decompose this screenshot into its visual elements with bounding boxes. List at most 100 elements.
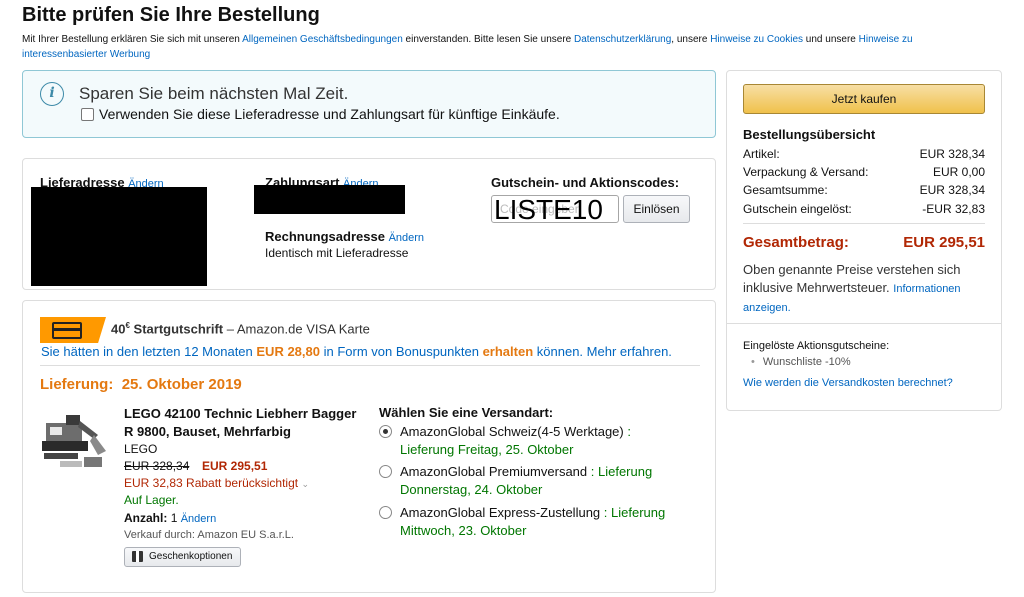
privacy-link[interactable]: Datenschutzerklärung (574, 34, 671, 45)
order-box: 40€ Startgutschrift – Amazon.de VISA Kar… (22, 300, 716, 593)
shipping-option-sep: : (623, 424, 631, 439)
info-title: Sparen Sie beim nächsten Mal Zeit. (79, 84, 349, 103)
order-summary-box: Jetzt kaufen Bestellungsübersicht Artike… (726, 70, 1002, 411)
shipping-option-delivery: Lieferung Freitag, 25. Oktober (400, 442, 574, 457)
summary-row-value: -EUR 32,83 (922, 202, 985, 216)
shipping-option-name: AmazonGlobal Express-Zustellung (400, 505, 601, 520)
summary-row: Artikel: EUR 328,34 (743, 147, 985, 161)
shipping-option[interactable]: AmazonGlobal Express-Zustellung : Liefer… (379, 504, 679, 540)
product-old-price: EUR 328,34 (124, 459, 190, 473)
product-discount[interactable]: EUR 32,83 Rabatt berücksichtigt ⌄ (124, 476, 309, 490)
divider (743, 223, 985, 224)
product-discount-text: EUR 32,83 Rabatt berücksichtigt (124, 476, 299, 490)
consent-text: Mit Ihrer Bestellung erklären Sie sich m… (22, 32, 982, 62)
product-brand: LEGO (124, 442, 158, 456)
shipping-radio[interactable] (379, 425, 392, 438)
gift-options-button[interactable]: Geschenkoptionen (124, 547, 241, 567)
total-label: Gesamtbetrag: (743, 234, 849, 251)
promo-title-bold: Startgutschrift (133, 321, 224, 337)
shipping-radio[interactable] (379, 465, 392, 478)
shipping-heading: Wählen Sie eine Versandart: (379, 405, 554, 420)
shipping-option-text: AmazonGlobal Premiumversand : Lieferung … (400, 463, 679, 499)
promo-more-link[interactable]: Mehr erfahren. (587, 344, 672, 359)
applied-promotion-item: Wunschliste -10% (751, 356, 851, 368)
summary-row-value: EUR 0,00 (932, 165, 985, 179)
agb-link[interactable]: Allgemeinen Geschäftsbedingungen (242, 34, 403, 45)
price-note: Oben genannte Preise verstehen sich inkl… (743, 261, 985, 317)
shipping-option-text: AmazonGlobal Schweiz(4-5 Werktage) : Lie… (400, 423, 679, 459)
product-image[interactable] (40, 405, 108, 471)
redacted-payment-method (254, 185, 405, 214)
coupon-label: Gutschein- und Aktionscodes: (491, 175, 680, 190)
delivery-prefix: Lieferung: (40, 376, 114, 393)
summary-row-label: Gesamtsumme: (743, 183, 828, 197)
shipping-option[interactable]: AmazonGlobal Premiumversand : Lieferung … (379, 463, 679, 499)
gift-icon (132, 551, 143, 562)
delivery-heading: Lieferung: 25. Oktober 2019 (40, 376, 242, 393)
product-quantity: Anzahl: 1 Ändern (124, 511, 216, 525)
redeem-button[interactable]: Einlösen (623, 195, 690, 223)
billing-label: Rechnungsadresse (265, 229, 385, 244)
shipping-option-name: AmazonGlobal Premiumversand (400, 464, 588, 479)
billing-heading: Rechnungsadresse Ändern (265, 229, 424, 244)
redacted-delivery-address (31, 187, 207, 286)
consent-text-4: und unsere (803, 34, 859, 45)
billing-change-link[interactable]: Ändern (389, 232, 424, 244)
shipping-cost-link[interactable]: Wie werden die Versandkosten berechnet? (743, 377, 953, 389)
credit-card-icon (40, 317, 106, 343)
promo-text-1: Sie hätten in den letzten 12 Monaten (41, 344, 257, 359)
save-time-box: i Sparen Sie beim nächsten Mal Zeit. Ver… (22, 70, 716, 138)
summary-row: Gutschein eingelöst: -EUR 32,83 (743, 202, 985, 216)
save-preferences-label[interactable]: Verwenden Sie diese Lieferadresse und Za… (99, 106, 560, 122)
promo-title-rest: – Amazon.de VISA Karte (223, 321, 370, 337)
gift-options-label: Geschenkoptionen (149, 551, 233, 562)
summary-row-label: Artikel: (743, 147, 780, 161)
summary-row-label: Verpackung & Versand: (743, 165, 869, 179)
page-title: Bitte prüfen Sie Ihre Bestellung (22, 4, 320, 26)
cookies-link[interactable]: Hinweise zu Cookies (710, 34, 803, 45)
coupon-value: LISTE10 (494, 194, 603, 225)
visa-promo-text[interactable]: Sie hätten in den letzten 12 Monaten EUR… (41, 344, 672, 359)
save-preferences-checkbox[interactable] (81, 107, 94, 121)
divider (727, 323, 1001, 324)
promo-currency: € (125, 321, 130, 330)
summary-row: Verpackung & Versand: EUR 0,00 (743, 165, 985, 179)
visa-promo-title: 40€ Startgutschrift – Amazon.de VISA Kar… (111, 321, 370, 336)
delivery-date: 25. Oktober 2019 (121, 376, 242, 393)
total-row: Gesamtbetrag: EUR 295,51 (743, 234, 985, 251)
shipping-option[interactable]: AmazonGlobal Schweiz(4-5 Werktage) : Lie… (379, 423, 679, 459)
shipping-option-sep: : (600, 505, 611, 520)
divider (40, 365, 700, 366)
product-stock: Auf Lager. (124, 493, 179, 507)
promo-points: EUR 28,80 (256, 344, 320, 359)
product-seller: Verkauf durch: Amazon EU S.a.r.L. (124, 529, 294, 541)
product-title[interactable]: LEGO 42100 Technic Liebherr Bagger R 980… (124, 405, 364, 441)
shipping-option-name: AmazonGlobal Schweiz(4-5 Werktage) (400, 424, 624, 439)
summary-row-value: EUR 328,34 (919, 147, 985, 161)
summary-title: Bestellungsübersicht (743, 127, 876, 142)
chevron-down-icon[interactable]: ⌄ (301, 479, 309, 489)
quantity-change-link[interactable]: Ändern (181, 513, 216, 525)
shipping-option-sep: : (587, 464, 598, 479)
buy-now-button[interactable]: Jetzt kaufen (743, 84, 985, 114)
consent-text-1: Mit Ihrer Bestellung erklären Sie sich m… (22, 34, 243, 45)
shipping-radio[interactable] (379, 506, 392, 519)
summary-row-label: Gutschein eingelöst: (743, 202, 852, 216)
billing-value: Identisch mit Lieferadresse (265, 246, 409, 260)
applied-promotions-title: Eingelöste Aktionsgutscheine: (743, 340, 890, 352)
summary-row: Gesamtsumme: EUR 328,34 (743, 183, 985, 197)
promo-amount: 40 (111, 321, 126, 337)
promo-text-2: in Form von Bonuspunkten (319, 344, 483, 359)
promo-receive: erhalten (482, 344, 534, 359)
quantity-value: 1 (170, 511, 178, 525)
coupon-code-input[interactable]: Code eingeben LISTE10 (491, 194, 619, 225)
quantity-label: Anzahl: (124, 511, 168, 525)
save-preferences-row[interactable]: Verwenden Sie diese Lieferadresse und Za… (81, 106, 560, 122)
consent-text-3: , unsere (671, 34, 711, 45)
summary-row-value: EUR 328,34 (919, 183, 985, 197)
shipping-option-text: AmazonGlobal Express-Zustellung : Liefer… (400, 504, 679, 540)
total-value: EUR 295,51 (903, 234, 985, 251)
info-icon: i (40, 82, 64, 106)
promo-text-3: können. (533, 344, 587, 359)
address-payment-box: Lieferadresse Ändern Zahlungsart Ändern … (22, 158, 716, 290)
